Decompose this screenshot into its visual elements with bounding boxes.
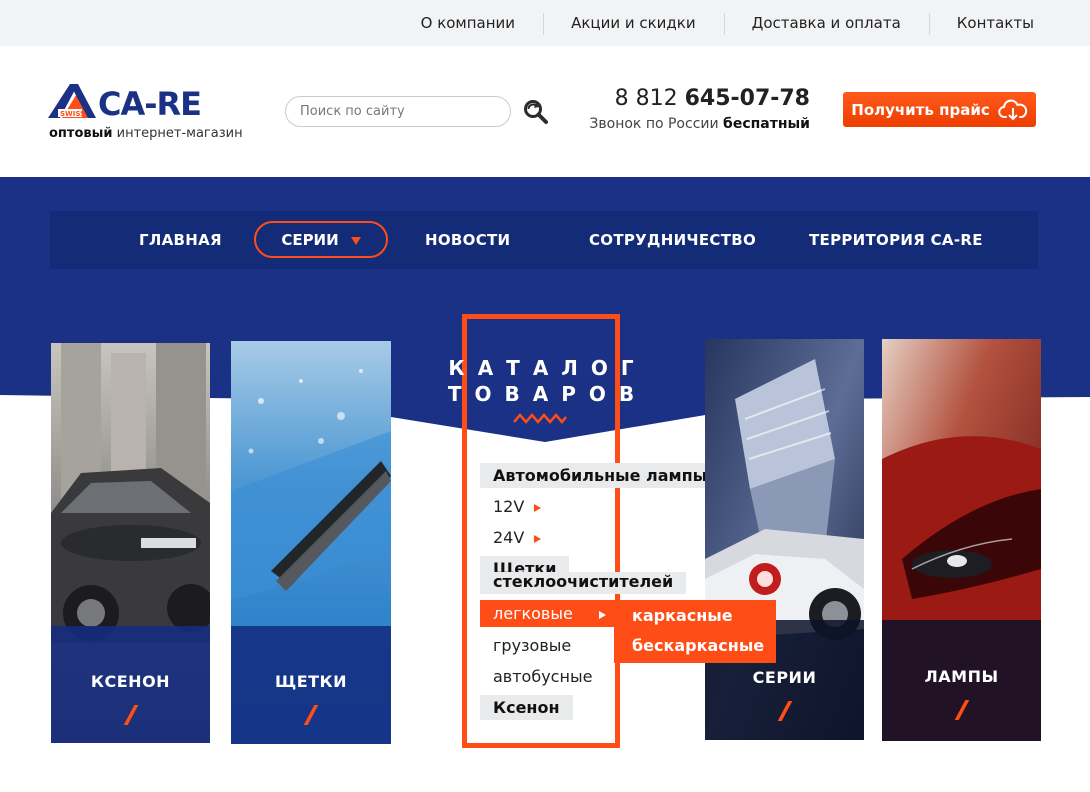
catalog-buses[interactable]: автобусные [480, 667, 592, 686]
top-bar: О компании Акции и скидки Доставка и опл… [0, 0, 1090, 46]
arrow-right-icon [534, 503, 542, 512]
top-nav-promotions[interactable]: Акции и скидки [543, 13, 724, 35]
phone-main: 645-07-78 [684, 86, 810, 111]
tile-lamps-caption: ЛАМПЫ [882, 620, 1041, 741]
catalog-12v[interactable]: 12V [480, 497, 542, 516]
top-nav-delivery[interactable]: Доставка и оплата [723, 13, 929, 35]
tile-series[interactable]: СЕРИИ [705, 339, 864, 740]
catalog-submenu: каркасные бескаркасные [614, 600, 776, 663]
phone-number[interactable]: 8 812 645-07-78 [560, 86, 810, 111]
catalog-xenon[interactable]: Ксенон [480, 695, 573, 720]
nav-news[interactable]: НОВОСТИ [425, 211, 510, 269]
nav-home[interactable]: ГЛАВНАЯ [139, 211, 222, 269]
tagline-rest: интернет-магазин [112, 126, 243, 141]
catalog-title-line1: КАТАЛОГ [448, 356, 647, 380]
nav-territory[interactable]: ТЕРРИТОРИЯ CA-RE [809, 211, 983, 269]
tile-wipers[interactable]: ЩЕТКИ [231, 341, 391, 744]
phone-note-bold: беспатный [723, 116, 810, 132]
tile-lamps[interactable]: ЛАМПЫ [882, 339, 1041, 741]
tagline-bold: оптовый [49, 126, 113, 141]
tile-xenon[interactable]: КСЕНОН [51, 343, 210, 743]
zigzag-icon [513, 413, 567, 424]
slash-icon [777, 701, 792, 721]
slash-icon [303, 705, 319, 725]
tagline: оптовый интернет-магазин [49, 126, 243, 141]
cloud-download-icon [998, 99, 1027, 120]
chevron-down-icon [350, 236, 361, 245]
logo-swiss-text: SWISS [60, 110, 85, 118]
tile-xenon-label: КСЕНОН [90, 672, 171, 691]
main-nav: ГЛАВНАЯ СЕРИИ НОВОСТИ СОТРУДНИЧЕСТВО ТЕР… [50, 211, 1038, 269]
catalog-24v[interactable]: 24V [480, 528, 542, 547]
nav-cooperation[interactable]: СОТРУДНИЧЕСТВО [589, 211, 756, 269]
get-price-button[interactable]: Получить прайс [843, 92, 1036, 127]
arrow-right-icon [598, 610, 606, 619]
slash-icon [954, 700, 969, 720]
nav-series-label: СЕРИИ [281, 230, 339, 249]
phone-note-text: Звонок по России [589, 116, 724, 132]
catalog-car-lamps[interactable]: Автомобильные лампы [480, 463, 721, 488]
search-button[interactable] [520, 96, 550, 126]
catalog-passenger[interactable]: легковые [480, 600, 620, 627]
nav-series[interactable]: СЕРИИ [254, 221, 388, 258]
tile-series-label: СЕРИИ [752, 668, 817, 687]
catalog-12v-label: 12V [493, 497, 525, 516]
top-nav-contacts[interactable]: Контакты [928, 13, 1034, 35]
search-icon [524, 100, 548, 124]
logo-mark-icon: SWISS CA-RE [48, 84, 202, 122]
catalog-passenger-label: легковые [493, 604, 573, 623]
arrow-right-icon [534, 534, 542, 543]
catalog-wipers-heading-line2[interactable]: стеклоочистителей [480, 572, 687, 594]
catalog-trucks[interactable]: грузовые [480, 636, 571, 655]
site-header: SWISS CA-RE оптовый интернет-магазин 8 8… [0, 46, 1090, 177]
tile-wipers-caption: ЩЕТКИ [231, 626, 391, 744]
phone-note: Звонок по России беспатный [560, 116, 810, 132]
top-nav: О компании Акции и скидки Доставка и опл… [393, 0, 1034, 46]
logo-text: CA-RE [98, 85, 201, 122]
submenu-frame-wipers[interactable]: каркасные [632, 606, 733, 625]
catalog-title: КАТАЛОГ ТОВАРОВ [430, 355, 652, 407]
catalog-title-line2: ТОВАРОВ [447, 382, 648, 406]
catalog-24v-label: 24V [493, 528, 525, 547]
tile-xenon-caption: КСЕНОН [51, 626, 210, 743]
get-price-label: Получить прайс [851, 100, 990, 119]
top-nav-about[interactable]: О компании [393, 14, 543, 32]
slash-icon [123, 705, 138, 725]
submenu-frameless-wipers[interactable]: бескаркасные [632, 636, 764, 655]
phone-prefix: 8 812 [614, 86, 685, 111]
tile-lamps-label: ЛАМПЫ [924, 667, 999, 686]
search-input[interactable] [285, 96, 511, 127]
tile-wipers-label: ЩЕТКИ [274, 672, 348, 691]
